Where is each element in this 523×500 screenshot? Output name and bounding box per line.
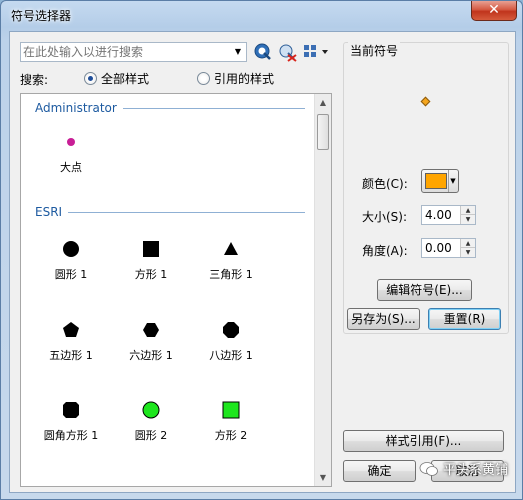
radio-all-styles-label: 全部样式 (101, 72, 150, 86)
search-combobox[interactable]: ▼ (20, 42, 247, 62)
radio-referenced-styles[interactable]: 引用的样式 (197, 70, 274, 87)
circle-symbol-icon (31, 235, 111, 263)
edit-symbol-button[interactable]: 编辑符号(E)... (377, 279, 472, 301)
symbol-item-pentagon-1[interactable]: 五边形 1 (31, 316, 111, 363)
group-name: Administrator (35, 101, 117, 115)
search-label: 搜索: (20, 73, 49, 87)
ok-button[interactable]: 确定 (343, 460, 416, 482)
symbol-item-rounded-square-1[interactable]: 圆角方形 1 (31, 396, 111, 443)
symbol-label: 方形 2 (214, 429, 248, 442)
symbol-item-square-1[interactable]: 方形 1 (111, 235, 191, 282)
symbol-label: 圆角方形 1 (43, 429, 99, 442)
size-value[interactable]: 4.00 (425, 208, 452, 222)
spin-down-icon[interactable]: ▼ (461, 248, 475, 257)
watermark-text: 平头系黄铺 (443, 463, 509, 478)
symbol-item-hexagon-1[interactable]: 六边形 1 (111, 316, 191, 363)
symbol-item-triangle-1[interactable]: 三角形 1 (191, 235, 271, 282)
radio-referenced-styles-label: 引用的样式 (214, 72, 275, 86)
radio-all-styles[interactable]: 全部样式 (84, 70, 149, 87)
chevron-down-icon[interactable]: ▼ (448, 170, 457, 192)
save-as-button[interactable]: 另存为(S)... (347, 308, 420, 330)
green-square-symbol-icon (191, 396, 271, 424)
green-circle-symbol-icon (111, 396, 191, 424)
angle-stepper[interactable]: 0.00 ▲ ▼ (421, 238, 476, 258)
pentagon-symbol-icon (31, 316, 111, 344)
symbol-label: 六边形 1 (129, 349, 173, 362)
angle-label: 角度(A): (362, 244, 408, 258)
radio-button[interactable] (197, 72, 210, 85)
symbol-item-big-dot[interactable]: 大点 (31, 128, 111, 175)
size-stepper[interactable]: 4.00 ▲ ▼ (421, 205, 476, 225)
symbol-label: 大点 (60, 161, 82, 174)
current-symbol-title: 当前符号 (348, 42, 401, 59)
watermark: 平头系黄铺 (419, 459, 508, 478)
group-header-esri: ESRI (35, 204, 305, 220)
chevron-down-icon[interactable]: ▼ (230, 43, 246, 61)
symbol-label: 五边形 1 (49, 349, 93, 362)
symbol-label: 圆形 2 (134, 429, 168, 442)
symbol-label: 八边形 1 (209, 349, 253, 362)
symbol-item-square-2[interactable]: 方形 2 (191, 396, 271, 443)
dot-symbol-icon (31, 128, 111, 156)
symbol-item-circle-1[interactable]: 圆形 1 (31, 235, 111, 282)
symbol-label: 三角形 1 (209, 268, 253, 281)
symbol-selector-dialog: 符号选择器 ✕ ▼ 搜索: 全部样式 (0, 0, 523, 500)
symbol-label: 圆形 1 (54, 268, 88, 281)
scroll-up-arrow-icon[interactable]: ▲ (315, 94, 331, 111)
angle-stepper-buttons[interactable]: ▲ ▼ (460, 239, 475, 257)
dialog-body: ▼ 搜索: 全部样式 引用的样式 (9, 31, 516, 493)
window-title: 符号选择器 (11, 9, 72, 23)
title-bar: 符号选择器 ✕ (1, 1, 522, 29)
search-icon[interactable] (253, 42, 273, 62)
view-options-icon[interactable] (302, 42, 332, 62)
chat-bubble-icon (419, 461, 438, 476)
square-symbol-icon (111, 235, 191, 263)
symbol-item-octagon-1[interactable]: 八边形 1 (191, 316, 271, 363)
symbol-item-circle-2[interactable]: 圆形 2 (111, 396, 191, 443)
spin-up-icon[interactable]: ▲ (461, 206, 475, 215)
spin-up-icon[interactable]: ▲ (461, 239, 475, 248)
symbol-label: 方形 1 (134, 268, 168, 281)
octagon-symbol-icon (191, 316, 271, 344)
group-divider (68, 211, 305, 213)
search-input[interactable] (23, 44, 223, 60)
radio-button-selected[interactable] (84, 72, 97, 85)
clear-search-icon[interactable] (277, 42, 297, 62)
rounded-square-symbol-icon (31, 396, 111, 424)
spin-down-icon[interactable]: ▼ (461, 215, 475, 224)
close-button[interactable]: ✕ (471, 1, 517, 21)
size-stepper-buttons[interactable]: ▲ ▼ (460, 206, 475, 224)
scroll-down-arrow-icon[interactable]: ▼ (315, 469, 331, 486)
color-picker[interactable]: ▼ (421, 169, 459, 193)
style-references-button[interactable]: 样式引用(F)... (343, 430, 504, 452)
group-divider (122, 107, 305, 109)
group-name: ESRI (35, 205, 63, 219)
color-label: 颜色(C): (362, 177, 408, 191)
symbol-list-scrollbar[interactable]: ▲ ▼ (314, 94, 331, 486)
color-swatch[interactable] (425, 173, 447, 189)
hexagon-symbol-icon (111, 316, 191, 344)
angle-value[interactable]: 0.00 (425, 241, 452, 255)
size-label: 大小(S): (362, 210, 408, 224)
triangle-symbol-icon (191, 235, 271, 263)
symbol-list[interactable]: Administrator 大点 ESRI 圆形 1 方形 1 三角形 1 五边… (20, 93, 332, 487)
scrollbar-thumb[interactable] (317, 114, 329, 150)
group-header-administrator: Administrator (35, 100, 305, 116)
reset-button[interactable]: 重置(R) (428, 308, 501, 330)
